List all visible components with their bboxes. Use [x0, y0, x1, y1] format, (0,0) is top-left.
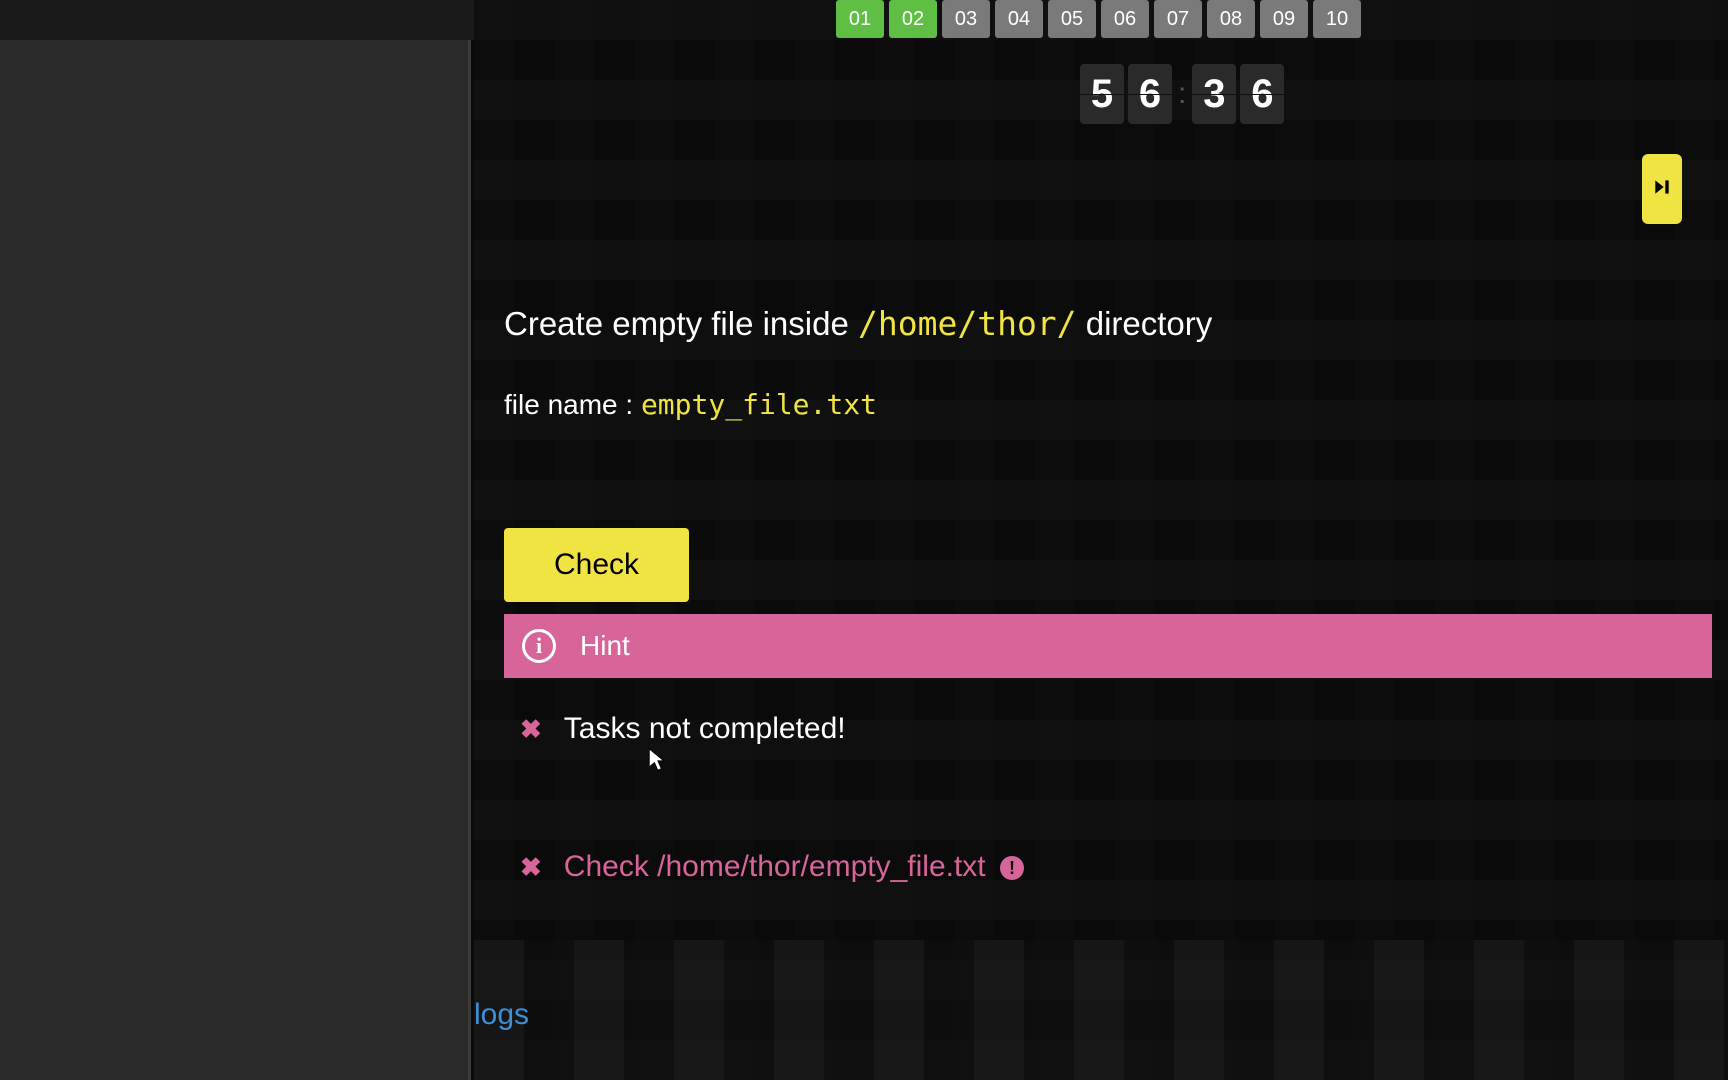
step-pills: 01 02 03 04 05 06 07 08 09 10 [836, 0, 1361, 38]
step-pill-01[interactable]: 01 [836, 0, 884, 38]
task-title: Create empty file inside /home/thor/ dir… [504, 304, 1212, 343]
step-pill-04[interactable]: 04 [995, 0, 1043, 38]
task-sub-filename: empty_file.txt [641, 388, 877, 421]
task-title-suffix: directory [1077, 305, 1213, 342]
error-path-text: Check /home/thor/empty_file.txt ! [564, 850, 1024, 884]
main-content: 01 02 03 04 05 06 07 08 09 10 5 6 : 3 6 … [474, 0, 1728, 1080]
task-subtitle: file name : empty_file.txt [504, 388, 877, 421]
step-pill-10[interactable]: 10 [1313, 0, 1361, 38]
skip-next-icon [1652, 177, 1672, 202]
error-tasks-not-completed: ✖ Tasks not completed! [520, 712, 846, 746]
next-button[interactable] [1642, 154, 1682, 224]
x-icon: ✖ [520, 714, 542, 745]
timer-minute-ones: 6 [1128, 64, 1172, 124]
error-check-path: ✖ Check /home/thor/empty_file.txt ! [520, 850, 1024, 884]
info-icon: i [522, 629, 556, 663]
step-pill-05[interactable]: 05 [1048, 0, 1096, 38]
task-title-path: /home/thor/ [858, 304, 1077, 343]
sidebar [0, 40, 471, 1080]
x-icon: ✖ [520, 852, 542, 883]
step-pill-02[interactable]: 02 [889, 0, 937, 38]
error-path-text-value: Check /home/thor/empty_file.txt [564, 850, 986, 883]
step-pill-07[interactable]: 07 [1154, 0, 1202, 38]
mouse-cursor-icon [648, 748, 666, 772]
hint-bar[interactable]: i Hint [504, 614, 1712, 678]
exclamation-icon: ! [1000, 856, 1024, 880]
timer-minute-tens: 5 [1080, 64, 1124, 124]
timer-colon: : [1176, 77, 1188, 111]
timer-second-tens: 3 [1192, 64, 1236, 124]
logs-link[interactable]: logs [474, 998, 529, 1032]
timer-second-ones: 6 [1240, 64, 1284, 124]
task-title-prefix: Create empty file inside [504, 305, 858, 342]
step-pill-08[interactable]: 08 [1207, 0, 1255, 38]
error-text: Tasks not completed! [564, 712, 846, 746]
check-button[interactable]: Check [504, 528, 689, 602]
step-pill-09[interactable]: 09 [1260, 0, 1308, 38]
floor-texture [474, 940, 1728, 1080]
hint-label: Hint [580, 630, 630, 662]
step-pill-03[interactable]: 03 [942, 0, 990, 38]
task-sub-prefix: file name : [504, 389, 641, 420]
step-pill-06[interactable]: 06 [1101, 0, 1149, 38]
countdown-timer: 5 6 : 3 6 [1080, 64, 1284, 124]
